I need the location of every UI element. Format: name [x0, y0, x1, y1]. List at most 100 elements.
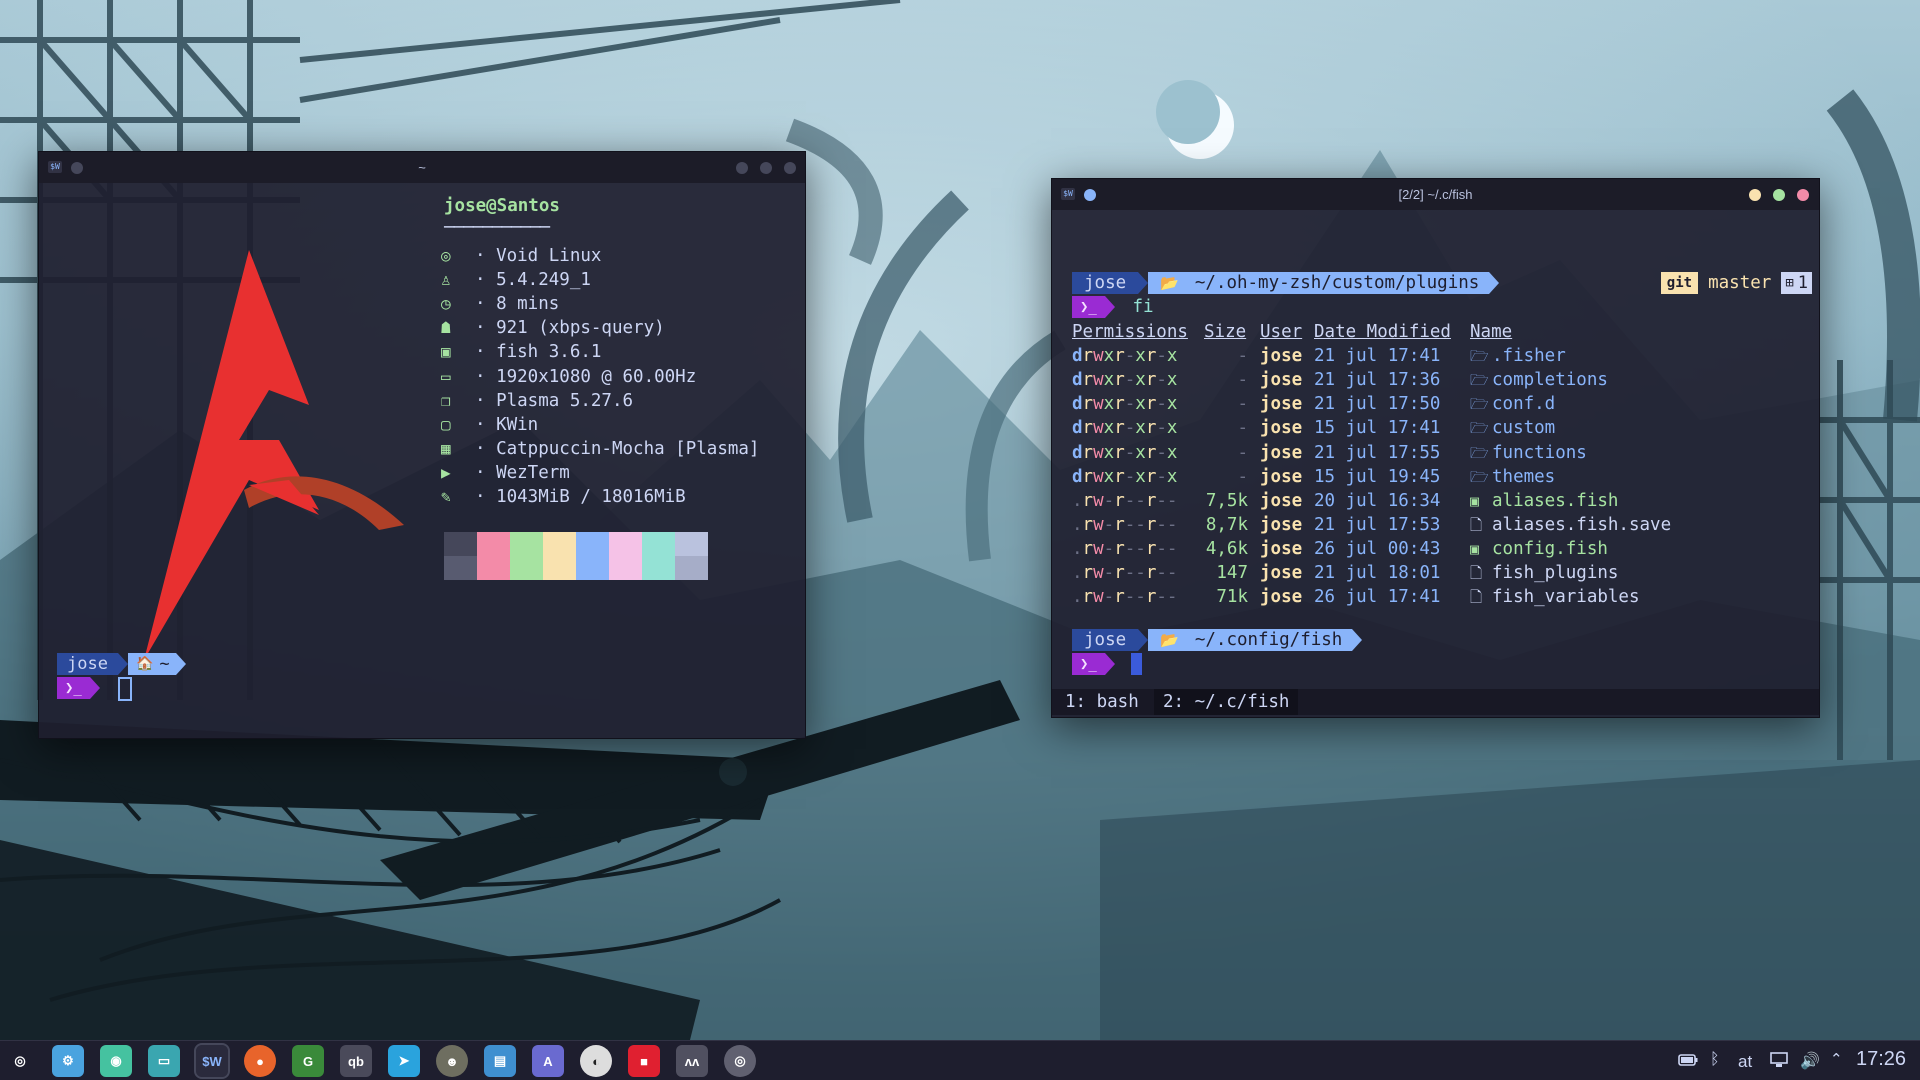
header-user: User [1260, 322, 1303, 342]
command-text: fi [1132, 297, 1154, 317]
file-listing: Permissions Size User Date Modified Name drwx… [1072, 320, 1802, 607]
filename-cell[interactable]: config.fish [1492, 537, 1608, 561]
maximize-button[interactable] [1773, 189, 1785, 201]
system-info-row: ▶ · WezTerm [441, 461, 570, 485]
prompt-user: jose [1072, 272, 1139, 294]
window-frame-icon: ▢ [441, 414, 451, 434]
discover-icon[interactable]: ◉ [100, 1045, 132, 1077]
filename-cell[interactable]: custom [1492, 416, 1555, 440]
file-icon: 🗋 [1470, 515, 1483, 534]
permission-cell: .rw-r--r-- [1072, 514, 1178, 535]
app-launcher-icon[interactable]: ◎ [4, 1045, 36, 1077]
void-icon: ◎ [441, 246, 451, 265]
filename-cell[interactable]: fish_variables [1492, 585, 1640, 609]
system-info-row: ◎ · Void Linux [441, 244, 601, 268]
terminal-tab[interactable]: 2: ~/.c/fish [1154, 689, 1299, 715]
date-cell: 21 jul 17:36 [1314, 370, 1441, 391]
filename-cell[interactable]: conf.d [1492, 392, 1555, 416]
size-cell: 4,6k [1205, 538, 1248, 559]
clock-icon: ◷ [441, 294, 451, 314]
close-button[interactable] [784, 162, 796, 174]
date-cell: 26 jul 00:43 [1314, 538, 1441, 559]
header-size: Size [1204, 322, 1247, 342]
prompt-input-line[interactable]: ❯_ [1072, 653, 1142, 677]
palette-swatch [576, 532, 609, 556]
filename-cell[interactable]: aliases.fish [1492, 489, 1618, 513]
prompt-dir: ~/.oh-my-zsh/custom/plugins [1182, 272, 1490, 294]
date-cell: 21 jul 17:55 [1314, 442, 1441, 463]
user-cell: jose [1260, 418, 1303, 439]
gimp-icon[interactable]: ☻ [436, 1045, 468, 1077]
date-cell: 26 jul 17:41 [1314, 587, 1441, 608]
window-titlebar[interactable]: $W [2/2] ~/.c/fish [1052, 179, 1819, 210]
system-settings-icon[interactable]: ⚙ [52, 1045, 84, 1077]
filename-cell[interactable]: .fisher [1492, 344, 1566, 368]
close-button[interactable] [1797, 189, 1809, 201]
fastfetch-terminal-window[interactable]: $W ~ jose@Santos ─────────── ◎ · Void Lin… [38, 151, 806, 739]
folder-icon: 🗁 [1470, 347, 1489, 366]
size-cell: - [1237, 442, 1248, 463]
window-titlebar[interactable]: $W ~ [39, 152, 805, 183]
arch-app-icon[interactable]: A [532, 1045, 564, 1077]
system-info-row: ✎ · 1043MiB / 18016MiB [441, 485, 686, 509]
bluetooth-icon[interactable]: ᛒ [1710, 1051, 1720, 1069]
prompt-symbol: ❯_ [1072, 296, 1105, 318]
filename-cell[interactable]: functions [1492, 441, 1587, 465]
permission-cell: drwxr-xr-x [1072, 394, 1178, 415]
prompt-line-2: jose 📂 ~/.config/fish [1072, 629, 1363, 653]
filename-cell[interactable]: aliases.fish.save [1492, 513, 1671, 537]
filename-cell[interactable]: completions [1492, 368, 1608, 392]
date-cell: 21 jul 17:41 [1314, 346, 1441, 367]
system-info-row: ▢ · KWin [441, 413, 538, 437]
filename-cell[interactable]: themes [1492, 465, 1555, 489]
fish-terminal-window[interactable]: $W [2/2] ~/.c/fish jose 📂 ~/.oh-my-zsh/cus… [1051, 178, 1820, 718]
volume-icon[interactable]: 🔊 [1800, 1051, 1820, 1071]
audio-app-icon[interactable]: ʌʌ [676, 1045, 708, 1077]
utility-app-icon[interactable]: ◎ [724, 1045, 756, 1077]
palette-swatch [576, 556, 609, 580]
palette-swatch [444, 556, 477, 580]
terminal-tab[interactable]: 1: bash [1056, 689, 1148, 715]
prompt-symbol: ❯_ [1072, 653, 1105, 675]
palette-swatch [609, 556, 642, 580]
tab-bar: 1: bash 2: ~/.c/fish [1052, 689, 1819, 715]
firefox-icon[interactable]: ● [244, 1045, 276, 1077]
size-cell: 7,5k [1205, 490, 1248, 511]
prompt-dir: ~ [157, 653, 176, 675]
system-info-row: ▦ · Catppuccin-Mocha [Plasma] [441, 437, 759, 461]
wezterm-icon[interactable]: $W [194, 1043, 230, 1079]
recorder-icon[interactable]: ■ [628, 1045, 660, 1077]
permission-cell: drwxr-xr-x [1072, 466, 1178, 487]
system-info-text: · Void Linux [475, 246, 602, 266]
user-host: jose@Santos [444, 196, 560, 216]
minimize-button[interactable] [1749, 189, 1761, 201]
media-app-icon[interactable]: ◐ [580, 1045, 612, 1077]
size-cell: 8,7k [1205, 514, 1248, 535]
telegram-icon[interactable]: ➤ [388, 1045, 420, 1077]
messages-icon[interactable]: ▤ [484, 1045, 516, 1077]
battery-icon[interactable] [1678, 1053, 1698, 1072]
filename-cell[interactable]: fish_plugins [1492, 561, 1618, 585]
network-icon[interactable] [1770, 1052, 1788, 1073]
size-cell: 147 [1216, 563, 1248, 583]
size-cell: - [1237, 418, 1248, 439]
system-info-text: · 8 mins [475, 294, 560, 315]
minimize-button[interactable] [736, 162, 748, 174]
system-info-row: ▣ · fish 3.6.1 [441, 340, 601, 364]
gpu-viewer-icon[interactable]: G [292, 1045, 324, 1077]
maximize-button[interactable] [760, 162, 772, 174]
system-info-text: · 5.4.249_1 [475, 270, 591, 291]
expand-tray-icon[interactable]: ⌃ [1830, 1050, 1843, 1068]
system-info-text: · Plasma 5.27.6 [475, 390, 634, 411]
prompt-user: jose [1072, 629, 1139, 651]
ram-icon: ✎ [441, 487, 451, 506]
prompt-input-line[interactable]: ❯_ [57, 677, 132, 701]
folder-icon: 🗁 [1470, 467, 1489, 486]
git-segment: git master ⊞ 1 [1660, 272, 1812, 294]
keyboard-layout[interactable]: at [1738, 1052, 1752, 1072]
qbittorrent-icon[interactable]: qb [340, 1045, 372, 1077]
files-icon[interactable]: ▭ [148, 1045, 180, 1077]
clock[interactable]: 17:26 [1856, 1048, 1906, 1071]
size-cell: - [1237, 370, 1248, 391]
system-info-text: · 1043MiB / 18016MiB [475, 487, 686, 507]
